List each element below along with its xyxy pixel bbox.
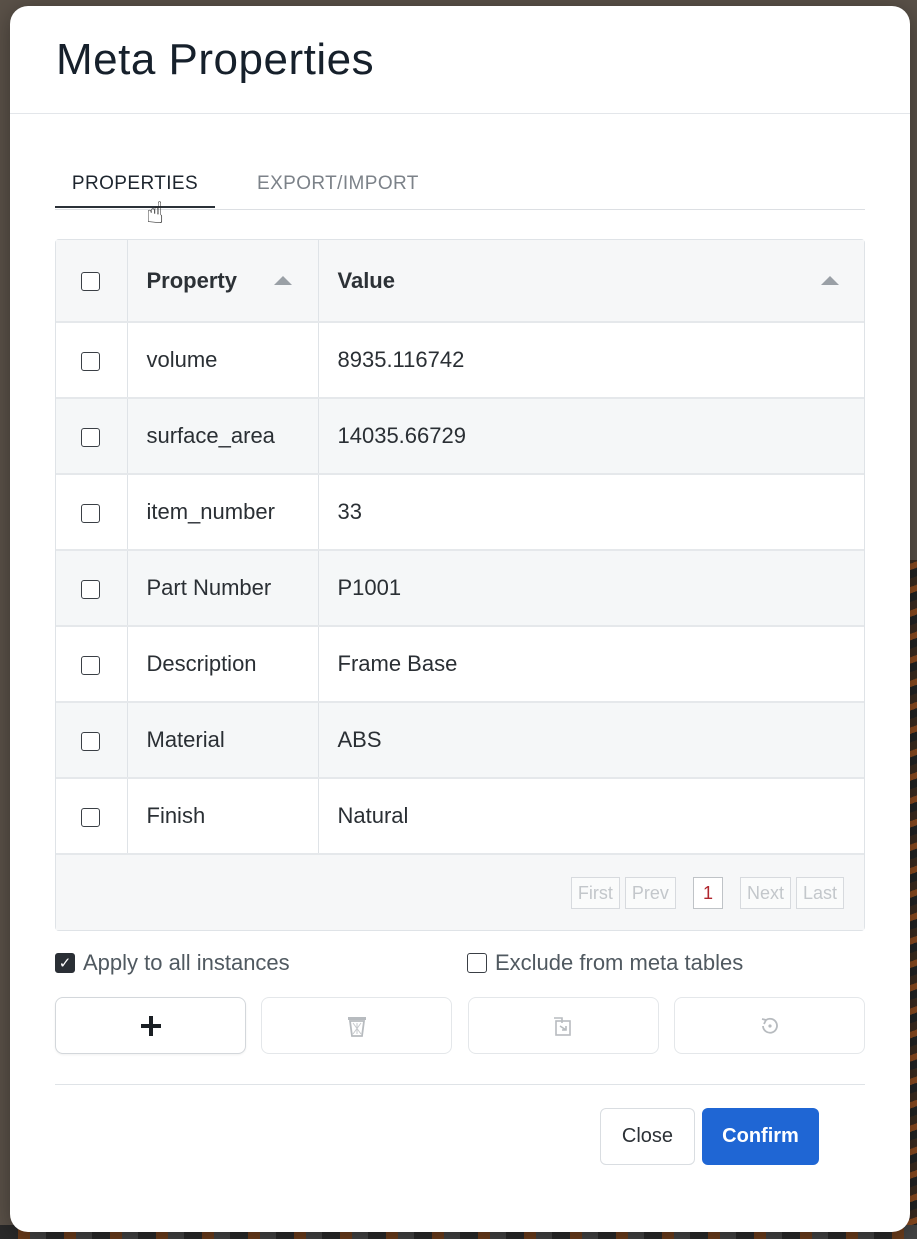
column-header-property[interactable]: Property	[127, 240, 319, 323]
options-row: ✓ Apply to all instances Exclude from me…	[55, 950, 865, 980]
exclude-from-meta-checkbox[interactable]	[467, 953, 487, 973]
value-cell[interactable]: Frame Base	[318, 626, 864, 703]
pagination-last-button[interactable]: Last	[795, 876, 844, 909]
row-checkbox[interactable]	[81, 579, 101, 599]
column-header-value[interactable]: Value	[318, 240, 864, 323]
paste-icon	[554, 1016, 571, 1036]
property-cell[interactable]: surface_area	[127, 398, 319, 475]
properties-table: Property Value volume 8935.116742 surfac…	[55, 239, 865, 931]
apply-to-all-checkbox[interactable]: ✓	[55, 953, 75, 973]
reset-icon	[762, 1017, 779, 1034]
sort-arrow-icon[interactable]	[273, 276, 292, 285]
add-property-button[interactable]	[55, 997, 246, 1054]
column-header-value-label: Value	[337, 267, 395, 293]
row-checkbox[interactable]	[81, 731, 101, 751]
footer-divider	[55, 1084, 865, 1085]
table-row[interactable]: surface_area 14035.66729	[56, 398, 864, 475]
value-cell[interactable]: ABS	[318, 702, 864, 779]
tab-properties[interactable]: PROPERTIES	[55, 164, 215, 208]
pagination-prev-button[interactable]: Prev	[624, 876, 676, 909]
property-cell[interactable]: item_number	[127, 474, 319, 551]
select-all-cell	[56, 240, 128, 323]
dialog-title: Meta Properties	[56, 34, 375, 84]
confirm-button[interactable]: Confirm	[702, 1108, 819, 1165]
apply-to-all-option[interactable]: ✓ Apply to all instances	[55, 950, 290, 976]
property-cell[interactable]: volume	[127, 322, 319, 399]
column-header-property-label: Property	[146, 267, 237, 293]
table-row[interactable]: Finish Natural	[56, 778, 864, 855]
plus-icon	[140, 1015, 161, 1036]
pagination-bar: First Prev 1 Next Last	[56, 855, 864, 930]
property-cell[interactable]: Material	[127, 702, 319, 779]
sort-arrow-icon[interactable]	[821, 276, 839, 285]
property-cell[interactable]: Part Number	[127, 550, 319, 627]
trash-icon	[347, 1016, 366, 1037]
dialog-footer: Close Confirm	[600, 1108, 819, 1165]
row-check-cell	[56, 626, 128, 703]
row-checkbox[interactable]	[81, 655, 101, 675]
row-check-cell	[56, 702, 128, 779]
row-check-cell	[56, 474, 128, 551]
tab-export-import[interactable]: EXPORT/IMPORT	[245, 164, 431, 208]
action-toolbar	[55, 997, 865, 1054]
table-row[interactable]: Description Frame Base	[56, 626, 864, 703]
close-button[interactable]: Close	[600, 1108, 695, 1165]
value-cell[interactable]: 8935.116742	[318, 322, 864, 399]
pagination-current-page[interactable]: 1	[692, 876, 723, 909]
row-check-cell	[56, 322, 128, 399]
property-cell[interactable]: Description	[127, 626, 319, 703]
property-cell[interactable]: Finish	[127, 778, 319, 855]
select-all-checkbox[interactable]	[81, 272, 101, 292]
tab-bar: PROPERTIES EXPORT/IMPORT	[55, 164, 865, 210]
dialog-header: Meta Properties	[10, 6, 910, 114]
value-cell[interactable]: 33	[318, 474, 864, 551]
row-checkbox[interactable]	[81, 807, 101, 827]
meta-properties-dialog: Meta Properties PROPERTIES EXPORT/IMPORT…	[10, 6, 910, 1232]
pagination-first-button[interactable]: First	[570, 876, 620, 909]
table-row[interactable]: volume 8935.116742	[56, 322, 864, 399]
value-cell[interactable]: P1001	[318, 550, 864, 627]
row-check-cell	[56, 550, 128, 627]
table-row[interactable]: item_number 33	[56, 474, 864, 551]
row-checkbox[interactable]	[81, 351, 101, 371]
delete-property-button[interactable]	[261, 997, 453, 1054]
row-check-cell	[56, 778, 128, 855]
reset-property-button[interactable]	[673, 997, 865, 1054]
value-cell[interactable]: 14035.66729	[318, 398, 864, 475]
table-row[interactable]: Material ABS	[56, 702, 864, 779]
exclude-from-meta-option[interactable]: Exclude from meta tables	[467, 950, 743, 976]
table-row[interactable]: Part Number P1001	[56, 550, 864, 627]
paste-property-button[interactable]	[467, 997, 659, 1054]
pagination-next-button[interactable]: Next	[739, 876, 791, 909]
value-cell[interactable]: Natural	[318, 778, 864, 855]
exclude-from-meta-label: Exclude from meta tables	[495, 950, 744, 975]
row-check-cell	[56, 398, 128, 475]
row-checkbox[interactable]	[81, 427, 101, 447]
apply-to-all-label: Apply to all instances	[83, 950, 290, 975]
row-checkbox[interactable]	[81, 503, 101, 523]
table-header-row: Property Value	[56, 240, 864, 323]
